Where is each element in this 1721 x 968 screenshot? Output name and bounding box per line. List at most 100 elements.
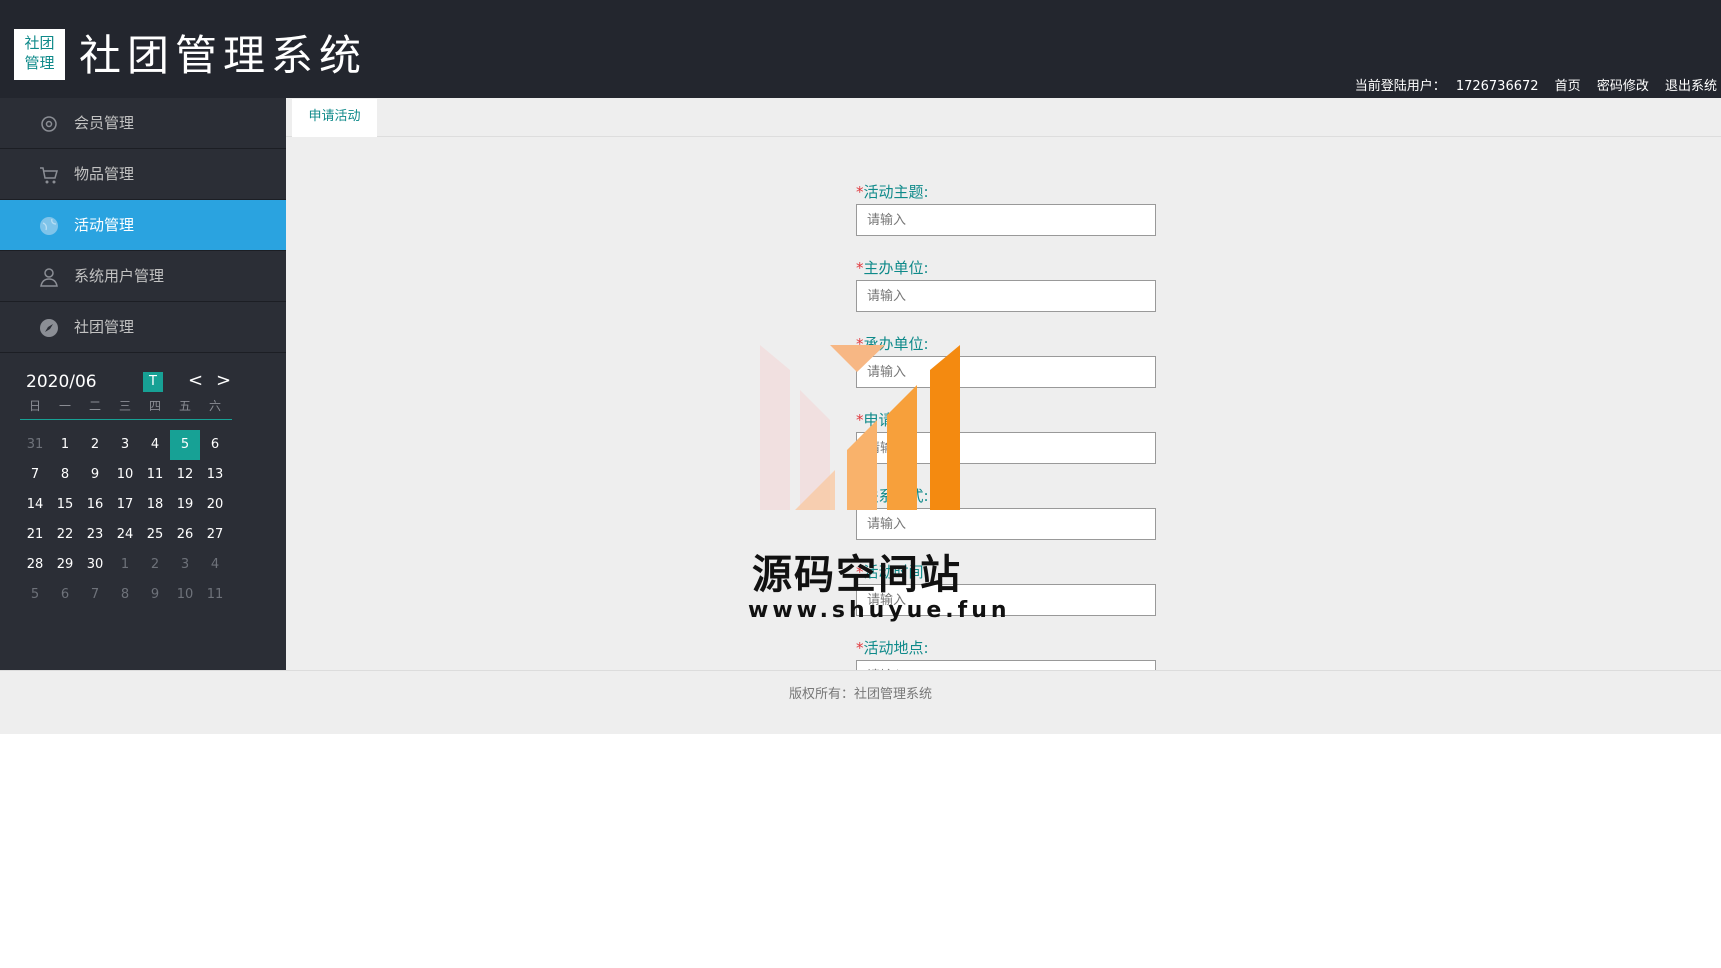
copyright-text: 版权所有：社团管理系统	[0, 683, 1721, 702]
calendar-day[interactable]: 18	[140, 490, 170, 520]
calendar-day[interactable]: 26	[170, 520, 200, 550]
sidebar-item-club-management[interactable]: 社团管理	[0, 302, 286, 353]
calendar-day[interactable]: 12	[170, 460, 200, 490]
change-password-link[interactable]: 密码修改	[1597, 79, 1649, 94]
compass-icon	[40, 319, 58, 337]
calendar-day[interactable]: 25	[140, 520, 170, 550]
calendar-weekdays: 日一二三四五六	[20, 396, 232, 420]
calendar-weekday: 三	[118, 399, 131, 413]
logout-link[interactable]: 退出系统	[1665, 79, 1717, 94]
calendar-day[interactable]: 27	[200, 520, 230, 550]
calendar-day[interactable]: 7	[20, 460, 50, 490]
calendar-day[interactable]: 7	[80, 580, 110, 610]
tab-bar: 申请活动	[286, 98, 1721, 137]
sidebar-item-label: 活动管理	[74, 216, 135, 234]
calendar-day[interactable]: 1	[50, 430, 80, 460]
calendar-day[interactable]: 28	[20, 550, 50, 580]
required-marker: *	[856, 639, 864, 657]
calendar-weekday: 日	[28, 399, 41, 413]
sidebar-item-label: 系统用户管理	[74, 267, 165, 285]
calendar-day[interactable]: 10	[170, 580, 200, 610]
calendar-day[interactable]: 3	[110, 430, 140, 460]
globe-icon	[40, 217, 58, 235]
calendar-day[interactable]: 22	[50, 520, 80, 550]
sidebar-item-label: 物品管理	[74, 165, 135, 183]
current-username: 1726736672	[1455, 79, 1539, 94]
calendar-day[interactable]: 4	[140, 430, 170, 460]
field-input[interactable]	[856, 280, 1156, 312]
watermark-url: www.shuyue.fun	[748, 598, 1011, 623]
required-marker: *	[856, 259, 864, 277]
app-window: 社团 管理 社团管理系统 当前登陆用户： 1726736672 首页 密码修改 退…	[0, 0, 1721, 734]
calendar-day[interactable]: 8	[50, 460, 80, 490]
calendar-day[interactable]: 3	[170, 550, 200, 580]
calendar-day[interactable]: 2	[80, 430, 110, 460]
calendar-next-button[interactable]: >	[216, 370, 231, 391]
user-bar: 当前登陆用户： 1726736672 首页 密码修改 退出系统	[1355, 75, 1717, 94]
calendar-day[interactable]: 15	[50, 490, 80, 520]
calendar-day[interactable]: 10	[110, 460, 140, 490]
watermark-logo-icon	[760, 345, 960, 510]
field-label-text: 主办单位:	[863, 259, 929, 277]
calendar-day[interactable]: 2	[140, 550, 170, 580]
field-label: *活动主题:	[856, 182, 1156, 204]
calendar-day[interactable]: 9	[80, 460, 110, 490]
calendar-day[interactable]: 11	[140, 460, 170, 490]
calendar-month: 2020/06	[26, 372, 97, 392]
calendar-day[interactable]: 30	[80, 550, 110, 580]
sidebar-item-member-management[interactable]: 会员管理	[0, 98, 286, 149]
user-icon	[40, 268, 58, 287]
field-input[interactable]	[856, 660, 1156, 670]
tab-apply-activity[interactable]: 申请活动	[292, 99, 377, 137]
home-link[interactable]: 首页	[1555, 79, 1581, 94]
calendar-day[interactable]: 1	[110, 550, 140, 580]
field-label: *活动地点:	[856, 638, 1156, 660]
field-label-text: 活动地点:	[863, 639, 929, 657]
calendar-weekday: 四	[148, 399, 161, 413]
sidebar-item-goods-management[interactable]: 物品管理	[0, 149, 286, 200]
cart-icon	[40, 167, 58, 184]
calendar-day[interactable]: 16	[80, 490, 110, 520]
calendar-day[interactable]: 31	[20, 430, 50, 460]
sidebar-item-activity-management[interactable]: 活动管理	[0, 200, 286, 251]
footer: 版权所有：社团管理系统	[0, 670, 1721, 734]
calendar-today-button[interactable]: T	[143, 372, 163, 392]
form-field: *主办单位:	[856, 258, 1156, 334]
calendar-day[interactable]: 29	[50, 550, 80, 580]
calendar-weekday: 五	[178, 399, 191, 413]
calendar-day[interactable]: 9	[140, 580, 170, 610]
top-header: 社团 管理 社团管理系统 当前登陆用户： 1726736672 首页 密码修改 退…	[0, 0, 1721, 98]
field-label-text: 活动主题:	[863, 183, 929, 201]
calendar-day[interactable]: 20	[200, 490, 230, 520]
logo-text-line1: 社团	[24, 34, 55, 52]
calendar-weekday: 六	[208, 399, 221, 413]
copyright-label: 版权所有：社团管理系统	[788, 687, 932, 702]
calendar-day[interactable]: 5	[20, 580, 50, 610]
calendar-day[interactable]: 4	[200, 550, 230, 580]
calendar-day[interactable]: 23	[80, 520, 110, 550]
calendar-day[interactable]: 21	[20, 520, 50, 550]
calendar-day[interactable]: 24	[110, 520, 140, 550]
calendar-day[interactable]: 8	[110, 580, 140, 610]
main-content: 申请活动 *活动主题:*主办单位:*承办单位:*申请人:*联系方式:*活动时间:…	[286, 98, 1721, 670]
calendar-prev-button[interactable]: <	[188, 370, 203, 391]
gear-icon	[41, 116, 57, 132]
sidebar-item-system-user-management[interactable]: 系统用户管理	[0, 251, 286, 302]
calendar-weekday: 一	[58, 399, 71, 413]
calendar-day[interactable]: 17	[110, 490, 140, 520]
calendar-grid: 31 1 2 3 4 5 6 7 8 9 10 11 12 13 14 15 16 17 18 19 20 21 22 23 2…	[20, 430, 232, 610]
calendar-header: 2020/06 T < >	[20, 370, 232, 396]
sidebar-item-label: 社团管理	[74, 318, 135, 336]
calendar-day[interactable]: 6	[200, 430, 230, 460]
calendar-day[interactable]: 14	[20, 490, 50, 520]
calendar-day[interactable]: 19	[170, 490, 200, 520]
field-input[interactable]	[856, 204, 1156, 236]
calendar-widget: 2020/06 T < > 日一二三四五六 31 1 2 3 4 5 6 7 8 9 10 11 12 1…	[20, 370, 232, 610]
calendar-weekday: 二	[88, 399, 101, 413]
calendar-day[interactable]: 11	[200, 580, 230, 610]
watermark-title: 源码空间站	[752, 552, 962, 598]
calendar-day[interactable]: 13	[200, 460, 230, 490]
calendar-day-selected[interactable]: 5	[170, 430, 200, 460]
logo-text-line2: 管理	[24, 54, 55, 72]
calendar-day[interactable]: 6	[50, 580, 80, 610]
